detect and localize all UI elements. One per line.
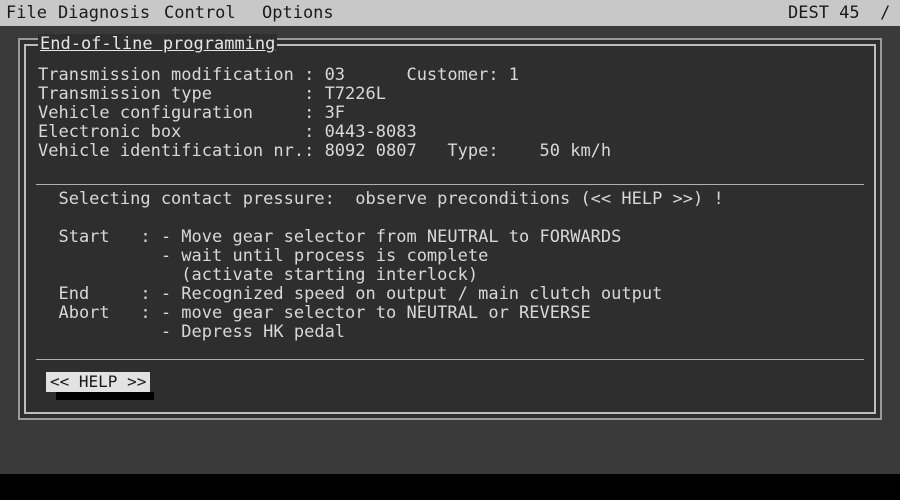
instruction-end: End : - Recognized speed on output / mai…	[38, 284, 663, 304]
status-bar	[0, 474, 900, 500]
instructions: Selecting contact pressure: observe prec…	[38, 189, 724, 342]
info-row-vehicle-configuration: Vehicle configuration : 3F	[38, 103, 346, 123]
instruction-start: Start : - Move gear selector from NEUTRA…	[38, 227, 622, 247]
info-row-electronic-box: Electronic box : 0443-8083	[38, 122, 417, 142]
help-button-shadow	[56, 392, 154, 400]
menu-control[interactable]: Control	[164, 0, 236, 26]
instruction-line: (activate starting interlock)	[38, 265, 479, 285]
menu-options[interactable]: Options	[262, 0, 334, 26]
instruction-line: - wait until process is complete	[38, 246, 489, 266]
instruction-line: - Depress HK pedal	[38, 322, 346, 342]
main-window: End-of-line programming Transmission mod…	[18, 34, 882, 420]
info-row-vehicle-identification: Vehicle identification nr.: 8092 0807 Ty…	[38, 141, 612, 161]
instruction-heading: Selecting contact pressure: observe prec…	[38, 189, 724, 209]
programming-panel: End-of-line programming Transmission mod…	[24, 34, 876, 414]
menu-diagnosis[interactable]: Diagnosis	[58, 0, 150, 26]
status-indicator: DEST 45 /	[788, 3, 891, 23]
instruction-line	[38, 209, 724, 228]
info-row-modification: Transmission modification : 03 Customer:…	[38, 65, 520, 85]
vehicle-info: Transmission modification : 03 Customer:…	[38, 66, 611, 161]
divider	[36, 184, 864, 185]
info-row-transmission-type: Transmission type : T7226L	[38, 84, 386, 104]
menu-bar: File Diagnosis Control Options DEST 45 /	[0, 0, 900, 26]
menu-file[interactable]: File	[6, 0, 47, 26]
help-button[interactable]: << HELP >>	[46, 372, 151, 392]
divider	[36, 359, 864, 360]
panel-title: End-of-line programming	[38, 34, 278, 54]
instruction-abort: Abort : - move gear selector to NEUTRAL …	[38, 303, 591, 323]
